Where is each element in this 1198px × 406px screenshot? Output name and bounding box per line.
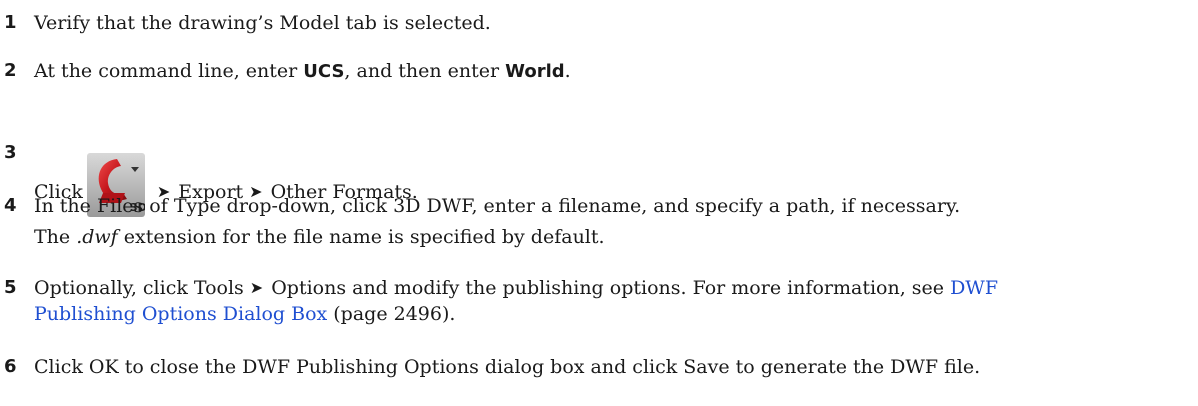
step-text: In the Files of Type drop-down, click 3D… [34, 195, 961, 217]
step-text: At the command line, enter UCS, and then… [34, 60, 571, 82]
dwf-publishing-options-link[interactable]: DWF [950, 277, 998, 299]
menu-arrow-icon: ➤ [249, 278, 264, 297]
command-world: World [505, 61, 565, 82]
command-ucs: UCS [303, 61, 345, 82]
file-extension: .dwf [76, 226, 118, 248]
step-number: 4 [4, 195, 17, 216]
step-number: 2 [4, 60, 17, 81]
step-number: 3 [4, 142, 17, 163]
step-text: Optionally, click Tools ➤ Options and modi… [34, 277, 999, 299]
page-reference: (page 2496). [327, 303, 456, 325]
step-text: Verify that the drawing’s Model tab is s… [34, 12, 491, 34]
step-number: 1 [4, 12, 17, 33]
step-text: Click OK to close the DWF Publishing Opt… [34, 356, 981, 378]
step-text-cont: Publishing Options Dialog Box (page 2496… [34, 302, 1184, 326]
step-note: The .dwf extension for the file name is … [34, 226, 605, 248]
step-number: 6 [4, 356, 17, 377]
dwf-publishing-options-link[interactable]: Publishing Options Dialog Box [34, 303, 327, 325]
step-number: 5 [4, 277, 17, 298]
